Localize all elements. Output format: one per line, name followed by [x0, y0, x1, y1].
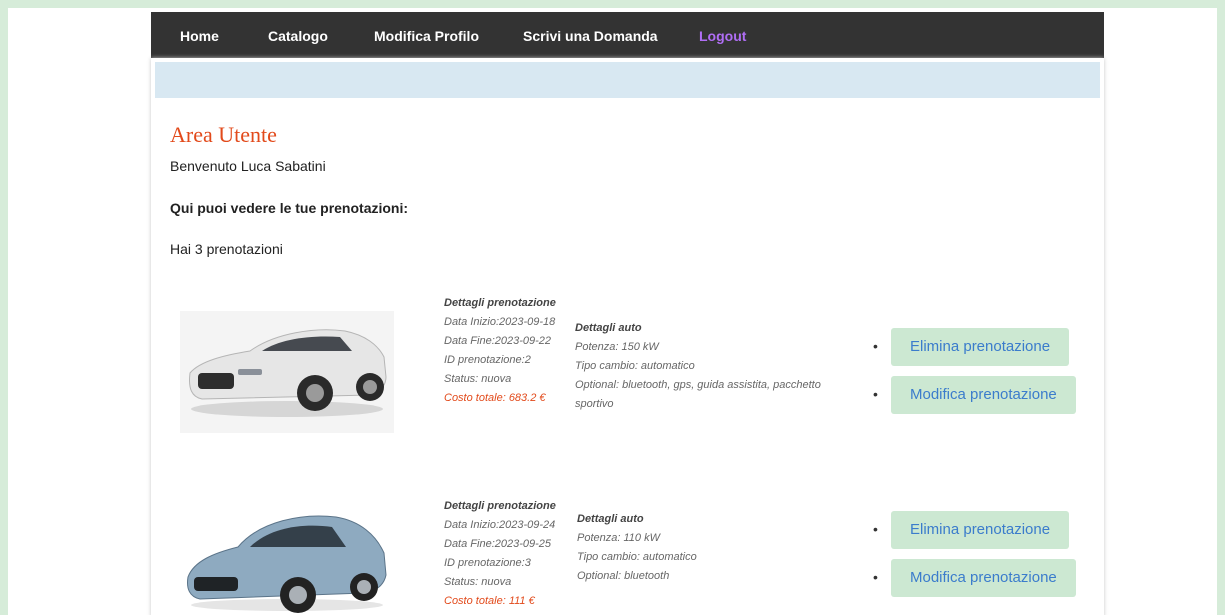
- car-image-blue-sedan: [180, 495, 394, 615]
- booking-start-date: Data Inizio:2023-09-24: [444, 519, 556, 531]
- car-details-heading: Dettagli auto: [575, 322, 642, 334]
- main-content: Area Utente Benvenuto Luca Sabatini Qui …: [151, 58, 1104, 615]
- booking-end-date: Data Fine:2023-09-22: [444, 335, 552, 347]
- edit-booking-button[interactable]: Modifica prenotazione: [891, 376, 1076, 414]
- nav-home-link[interactable]: Home: [180, 28, 219, 44]
- bullet-icon: •: [873, 569, 878, 585]
- car-details: Dettagli auto Potenza: 150 kW Tipo cambi…: [575, 319, 825, 414]
- booking-details-heading: Dettagli prenotazione: [444, 297, 556, 309]
- nav-catalogo-link[interactable]: Catalogo: [268, 28, 328, 44]
- bullet-icon: •: [873, 338, 878, 354]
- booking-end-date: Data Fine:2023-09-25: [444, 538, 552, 550]
- car-image-white-sedan: [180, 311, 394, 433]
- booking-details-heading: Dettagli prenotazione: [444, 500, 556, 512]
- nav-modifica-profilo-link[interactable]: Modifica Profilo: [374, 28, 479, 44]
- booking-details: Dettagli prenotazione Data Inizio:2023-0…: [444, 294, 560, 408]
- car-details-heading: Dettagli auto: [577, 513, 644, 525]
- car-optional: Optional: bluetooth: [577, 570, 670, 582]
- bookings-subtitle: Qui puoi vedere le tue prenotazioni:: [170, 200, 409, 216]
- bookings-count: Hai 3 prenotazioni: [170, 241, 283, 257]
- welcome-text: Benvenuto Luca Sabatini: [170, 158, 326, 174]
- delete-booking-button[interactable]: Elimina prenotazione: [891, 511, 1070, 549]
- page-title: Area Utente: [170, 122, 277, 147]
- booking-start-date: Data Inizio:2023-09-18: [444, 316, 556, 328]
- booking-details: Dettagli prenotazione Data Inizio:2023-0…: [444, 497, 560, 611]
- top-navigation-bar: Home Catalogo Modifica Profilo Scrivi un…: [151, 12, 1104, 58]
- header-banner: [155, 62, 1100, 98]
- bullet-icon: •: [873, 386, 878, 402]
- booking-status: Status: nuova: [444, 576, 512, 588]
- booking-total-cost: Costo totale: 683.2 €: [444, 392, 546, 404]
- car-power: Potenza: 150 kW: [575, 341, 659, 353]
- booking-id: ID prenotazione:2: [444, 354, 531, 366]
- booking-id: ID prenotazione:3: [444, 557, 531, 569]
- car-gearbox: Tipo cambio: automatico: [577, 551, 697, 563]
- car-gearbox: Tipo cambio: automatico: [575, 360, 695, 372]
- booking-total-cost: Costo totale: 111 €: [444, 595, 535, 607]
- nav-scrivi-domanda-link[interactable]: Scrivi una Domanda: [523, 28, 658, 44]
- delete-booking-button[interactable]: Elimina prenotazione: [891, 328, 1070, 366]
- car-details: Dettagli auto Potenza: 110 kW Tipo cambi…: [577, 510, 827, 586]
- car-optional: Optional: bluetooth, gps, guida assistit…: [575, 379, 821, 410]
- car-power: Potenza: 110 kW: [577, 532, 660, 544]
- booking-status: Status: nuova: [444, 373, 512, 385]
- edit-booking-button[interactable]: Modifica prenotazione: [891, 559, 1076, 597]
- nav-logout-link[interactable]: Logout: [699, 28, 746, 44]
- bullet-icon: •: [873, 521, 878, 537]
- browser-page: Home Catalogo Modifica Profilo Scrivi un…: [8, 8, 1217, 615]
